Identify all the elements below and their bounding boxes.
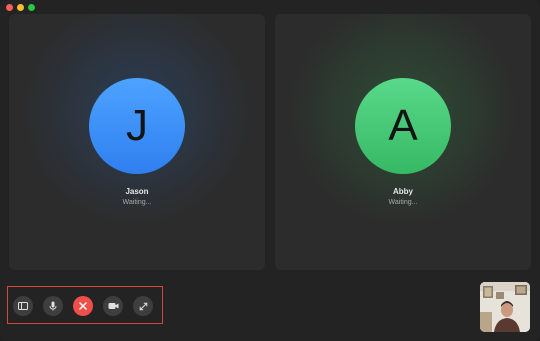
avatar: J <box>89 78 185 174</box>
participant-tile-jason: J Jason Waiting... <box>9 14 265 270</box>
sidebar-icon <box>18 302 28 310</box>
avatar-initial: A <box>388 101 418 150</box>
expand-icon <box>139 302 147 310</box>
participant-name: Abby <box>393 187 413 196</box>
title-bar <box>0 0 540 14</box>
self-camera-image <box>480 282 530 332</box>
close-window-button[interactable] <box>6 4 13 11</box>
close-icon <box>79 302 87 310</box>
end-call-button[interactable] <box>73 296 93 316</box>
participant-name: Jason <box>125 187 149 196</box>
facetime-window: J Jason Waiting... A Abby Waiting... <box>0 0 540 341</box>
video-button[interactable] <box>103 296 123 316</box>
participant-tile-abby: A Abby Waiting... <box>275 14 531 270</box>
participant-status: Waiting... <box>388 199 418 206</box>
avatar-initial: J <box>126 101 148 150</box>
sidebar-toggle-button[interactable] <box>13 296 33 316</box>
microphone-icon <box>49 301 57 311</box>
self-camera-preview[interactable] <box>480 282 530 332</box>
participant-status: Waiting... <box>122 199 152 206</box>
zoom-window-button[interactable] <box>28 4 35 11</box>
mute-button[interactable] <box>43 296 63 316</box>
minimize-window-button[interactable] <box>17 4 24 11</box>
avatar: A <box>355 78 451 174</box>
fullscreen-button[interactable] <box>133 296 153 316</box>
video-camera-icon <box>108 303 118 309</box>
